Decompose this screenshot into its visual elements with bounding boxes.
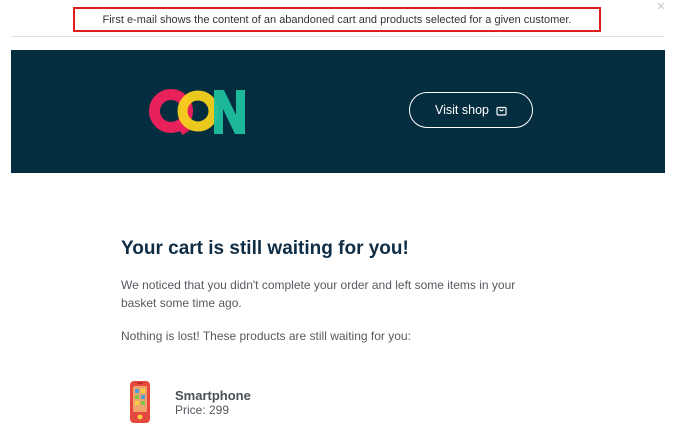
email-preview-page: First e-mail shows the content of an aba… bbox=[0, 0, 676, 429]
products-intro-paragraph: Nothing is lost! These products are stil… bbox=[121, 329, 411, 343]
product-name: Smartphone bbox=[175, 388, 251, 403]
email-body: Your cart is still waiting for you! We n… bbox=[121, 236, 551, 343]
smartphone-icon bbox=[130, 381, 150, 423]
product-item: Smartphone Price: 299 bbox=[121, 378, 421, 424]
bag-icon bbox=[496, 106, 507, 116]
email-header-banner: Visit shop bbox=[11, 50, 665, 173]
logo-n-shape bbox=[214, 90, 245, 134]
close-icon[interactable]: × bbox=[653, 0, 669, 14]
product-price: Price: 299 bbox=[175, 403, 230, 417]
divider bbox=[11, 36, 665, 37]
page-title: Your cart is still waiting for you! bbox=[121, 238, 409, 259]
visit-shop-button[interactable]: Visit shop bbox=[409, 92, 533, 128]
qon-logo bbox=[149, 89, 245, 135]
annotation-caption: First e-mail shows the content of an aba… bbox=[73, 7, 601, 32]
intro-paragraph: We noticed that you didn't complete your… bbox=[121, 278, 516, 310]
logo-o-shape bbox=[177, 90, 219, 132]
visit-shop-label: Visit shop bbox=[435, 103, 489, 117]
caption-text: First e-mail shows the content of an aba… bbox=[102, 13, 572, 26]
